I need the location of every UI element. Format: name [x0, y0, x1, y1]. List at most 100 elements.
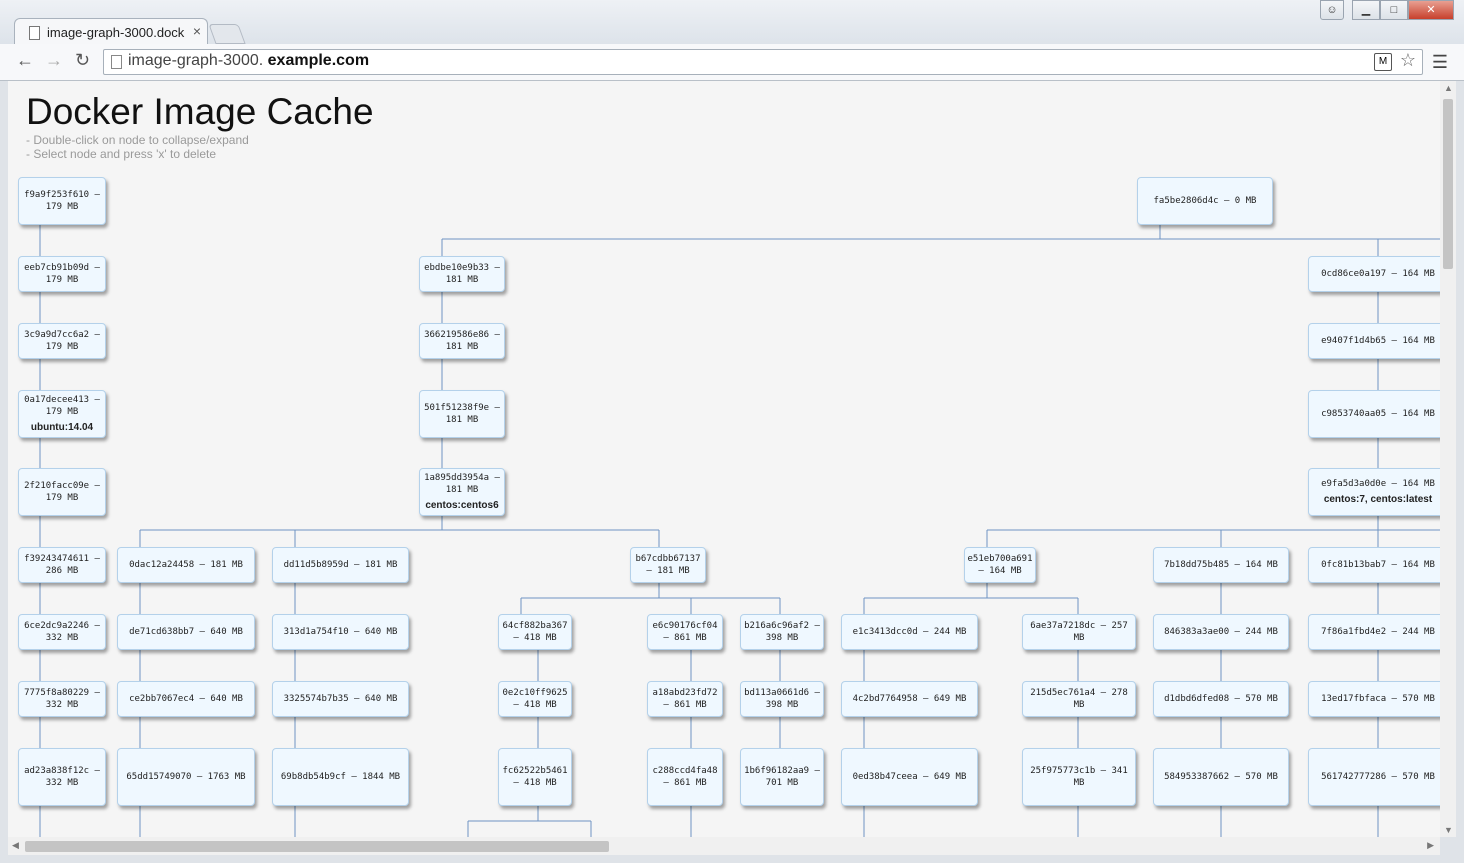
node-label: 1a895dd3954a — 181 MB	[424, 473, 500, 495]
image-node[interactable]: 313d1a754f10 — 640 MB	[272, 614, 409, 650]
image-node[interactable]: fa5be2806d4c — 0 MB	[1137, 177, 1273, 225]
node-label: b216a6c96af2 — 398 MB	[744, 621, 820, 643]
image-node[interactable]: bd113a0661d6 — 398 MB	[740, 681, 824, 717]
image-node[interactable]: de71cd638bb7 — 640 MB	[117, 614, 255, 650]
node-label: a18abd23fd72 — 861 MB	[652, 688, 718, 710]
image-node[interactable]: 69b8db54b9cf — 1844 MB	[272, 748, 409, 806]
scroll-right-icon[interactable]: ▶	[1427, 840, 1434, 851]
image-node[interactable]: 0cd86ce0a197 — 164 MB	[1308, 256, 1440, 292]
image-node[interactable]: 584953387662 — 570 MB	[1153, 748, 1289, 806]
vertical-scroll-thumb[interactable]	[1443, 99, 1453, 269]
node-label: 0ed38b47ceea — 649 MB	[852, 772, 967, 782]
node-label: 0dac12a24458 — 181 MB	[129, 560, 243, 570]
image-node[interactable]: 7f86a1fbd4e2 — 244 MB	[1308, 614, 1440, 650]
image-node[interactable]: 0e2c10ff9625 — 418 MB	[498, 681, 572, 717]
image-node[interactable]: 4c2bd7764958 — 649 MB	[841, 681, 978, 717]
node-label: 0fc81b13bab7 — 164 MB	[1321, 560, 1435, 570]
image-node[interactable]: 561742777286 — 570 MB	[1308, 748, 1440, 806]
image-node[interactable]: b216a6c96af2 — 398 MB	[740, 614, 824, 650]
image-node[interactable]: 0a17decee413 — 179 MB ubuntu:14.04	[18, 390, 106, 438]
page-viewport: Docker Image Cache - Double-click on nod…	[8, 81, 1440, 837]
image-node[interactable]: dd11d5b8959d — 181 MB	[272, 547, 409, 583]
horizontal-scrollbar[interactable]: ◀ ▶	[8, 837, 1440, 855]
browser-titlebar: image-graph-3000.dock × ☺ ▁ □ ✕	[0, 0, 1464, 46]
image-node[interactable]: e51eb700a691 — 164 MB	[964, 547, 1036, 583]
node-label: 69b8db54b9cf — 1844 MB	[280, 772, 401, 782]
node-label: 0cd86ce0a197 — 164 MB	[1321, 269, 1435, 279]
forward-arrow-icon[interactable]: →	[45, 50, 63, 71]
image-node[interactable]: eeb7cb91b09d — 179 MB	[18, 256, 106, 292]
window-controls: ☺ ▁ □ ✕	[1320, 0, 1454, 20]
horizontal-scroll-thumb[interactable]	[25, 841, 609, 852]
node-label: de71cd638bb7 — 640 MB	[129, 627, 243, 637]
image-node[interactable]: ad23a838f12c — 332 MB	[18, 748, 106, 806]
image-node[interactable]: 0dac12a24458 — 181 MB	[117, 547, 255, 583]
bookmark-star-icon[interactable]: ☆	[1400, 50, 1416, 71]
image-node[interactable]: 2f210facc09e — 179 MB	[18, 468, 106, 516]
address-bar[interactable]: image-graph-3000. example.com M ☆	[103, 49, 1423, 75]
image-node[interactable]: b67cdbb67137 — 181 MB	[630, 547, 706, 583]
vertical-scrollbar[interactable]: ▲ ▼	[1440, 81, 1456, 837]
back-arrow-icon[interactable]: ←	[16, 50, 34, 71]
node-label: 1b6f96182aa9 — 701 MB	[744, 766, 820, 788]
image-node[interactable]: 6ae37a7218dc — 257 MB	[1022, 614, 1136, 650]
image-node[interactable]: e6c90176cf04 — 861 MB	[647, 614, 723, 650]
close-window-button[interactable]: ✕	[1408, 0, 1454, 20]
image-node[interactable]: 64cf882ba367 — 418 MB	[498, 614, 572, 650]
image-node[interactable]: ce2bb7067ec4 — 640 MB	[117, 681, 255, 717]
image-node[interactable]: 7b18dd75b485 — 164 MB	[1153, 547, 1289, 583]
reload-icon[interactable]: ↻	[75, 50, 90, 71]
scroll-up-icon[interactable]: ▲	[1444, 83, 1453, 93]
image-node[interactable]: ebdbe10e9b33 — 181 MB	[419, 256, 505, 292]
node-label: f9a9f253f610 — 179 MB	[24, 190, 100, 212]
page-icon	[29, 26, 40, 40]
image-node[interactable]: a18abd23fd72 — 861 MB	[647, 681, 723, 717]
scroll-left-icon[interactable]: ◀	[12, 840, 19, 851]
minimize-button[interactable]: ▁	[1352, 0, 1380, 20]
image-node[interactable]: d1dbd6dfed08 — 570 MB	[1153, 681, 1289, 717]
image-node[interactable]: 13ed17fbfaca — 570 MB	[1308, 681, 1440, 717]
node-label: 3325574b7b35 — 640 MB	[283, 694, 398, 704]
new-tab-button[interactable]	[208, 24, 246, 44]
image-node[interactable]: e1c3413dcc0d — 244 MB	[841, 614, 978, 650]
node-label: 0e2c10ff9625 — 418 MB	[502, 688, 568, 710]
scroll-down-icon[interactable]: ▼	[1444, 825, 1453, 835]
image-node[interactable]: f39243474611 — 286 MB	[18, 547, 106, 583]
image-node[interactable]: 25f975773c1b — 341 MB	[1022, 748, 1136, 806]
image-node[interactable]: fc62522b5461 — 418 MB	[498, 748, 572, 806]
image-node[interactable]: f9a9f253f610 — 179 MB	[18, 177, 106, 225]
image-node[interactable]: c9853740aa05 — 164 MB	[1308, 390, 1440, 438]
image-node[interactable]: 0fc81b13bab7 — 164 MB	[1308, 547, 1440, 583]
node-label: b67cdbb67137 — 181 MB	[635, 554, 701, 576]
image-node[interactable]: e9407f1d4b65 — 164 MB	[1308, 323, 1440, 359]
image-node[interactable]: 501f51238f9e — 181 MB	[419, 390, 505, 438]
node-label: 64cf882ba367 — 418 MB	[502, 621, 568, 643]
image-node[interactable]: 366219586e86 — 181 MB	[419, 323, 505, 359]
node-label: ad23a838f12c — 332 MB	[24, 766, 100, 788]
extension-icon[interactable]: M	[1374, 53, 1392, 71]
node-label: dd11d5b8959d — 181 MB	[283, 560, 398, 570]
profile-icon[interactable]: ☺	[1320, 0, 1344, 20]
image-node[interactable]: c288ccd4fa48 — 861 MB	[647, 748, 723, 806]
node-label: c9853740aa05 — 164 MB	[1321, 409, 1435, 419]
image-node[interactable]: 6ce2dc9a2246 — 332 MB	[18, 614, 106, 650]
close-tab-icon[interactable]: ×	[193, 23, 201, 39]
image-node[interactable]: e9fa5d3a0d0e — 164 MB centos:7, centos:la…	[1308, 468, 1440, 516]
node-label: 846383a3ae00 — 244 MB	[1164, 627, 1278, 637]
image-node[interactable]: 7775f8a80229 — 332 MB	[18, 681, 106, 717]
image-node[interactable]: 3325574b7b35 — 640 MB	[272, 681, 409, 717]
image-node[interactable]: 65dd15749070 — 1763 MB	[117, 748, 255, 806]
menu-icon[interactable]: ☰	[1432, 52, 1448, 73]
image-node[interactable]: 1a895dd3954a — 181 MB centos:centos6	[419, 468, 505, 516]
image-node[interactable]: 0ed38b47ceea — 649 MB	[841, 748, 978, 806]
node-label: 3c9a9d7cc6a2 — 179 MB	[24, 330, 100, 352]
node-label: 25f975773c1b — 341 MB	[1030, 766, 1128, 788]
image-node[interactable]: 1b6f96182aa9 — 701 MB	[740, 748, 824, 806]
browser-tab[interactable]: image-graph-3000.dock ×	[14, 18, 208, 46]
image-node[interactable]: 215d5ec761a4 — 278 MB	[1022, 681, 1136, 717]
node-label: e51eb700a691 — 164 MB	[967, 554, 1033, 576]
image-node[interactable]: 846383a3ae00 — 244 MB	[1153, 614, 1289, 650]
node-label: fc62522b5461 — 418 MB	[502, 766, 568, 788]
maximize-button[interactable]: □	[1380, 0, 1408, 20]
image-node[interactable]: 3c9a9d7cc6a2 — 179 MB	[18, 323, 106, 359]
